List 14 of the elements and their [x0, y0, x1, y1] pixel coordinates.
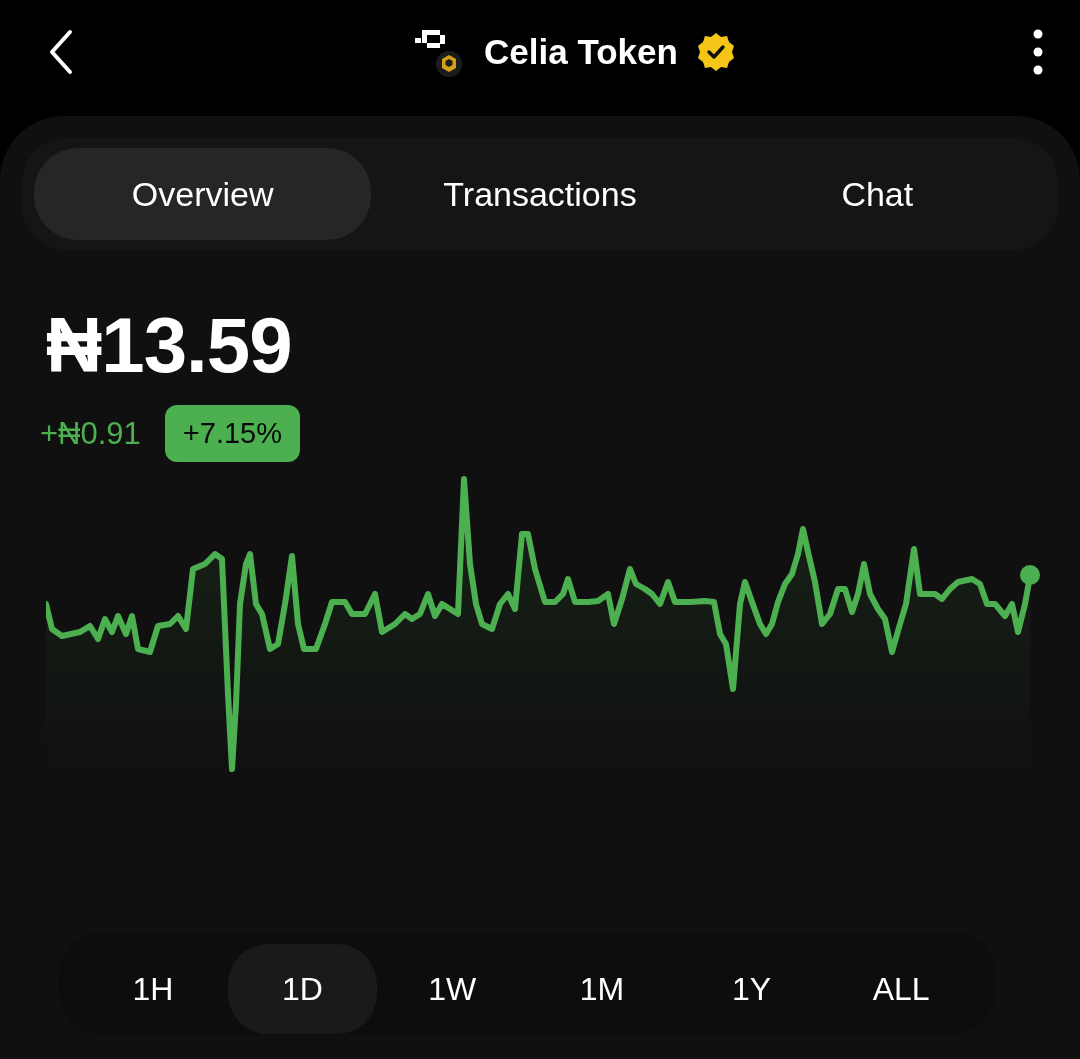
tab[interactable]: Chat — [708, 148, 1046, 240]
period-option[interactable]: ALL — [826, 944, 977, 1034]
token-price: ₦13.59 — [46, 300, 293, 391]
tab[interactable]: Overview — [34, 148, 372, 240]
period-option[interactable]: 1W — [377, 944, 527, 1034]
period-option[interactable]: 1M — [527, 944, 677, 1034]
tab[interactable]: Transactions — [371, 148, 709, 240]
period-option[interactable]: 1H — [78, 944, 228, 1034]
more-options-icon[interactable] — [1032, 28, 1044, 76]
period-option[interactable]: 1D — [227, 944, 378, 1034]
token-title: Celia Token — [484, 32, 678, 72]
price-change-percent: +7.15% — [164, 405, 300, 462]
period-option[interactable]: 1Y — [676, 944, 827, 1034]
price-change-amount: +₦0.91 — [40, 415, 141, 452]
